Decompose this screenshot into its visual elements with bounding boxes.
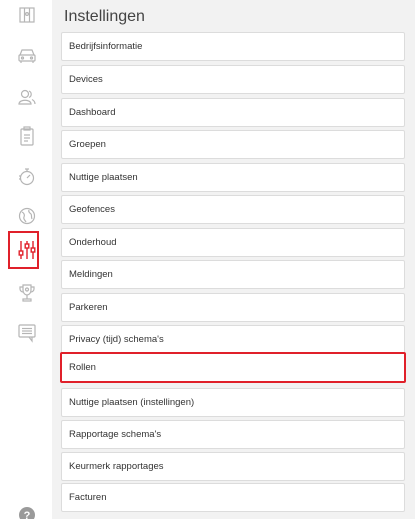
menu-item-rollen[interactable]: Rollen: [60, 352, 406, 383]
menu-item-groepen[interactable]: Groepen: [61, 130, 405, 159]
menu-item-nuttige-plaatsen[interactable]: Nuttige plaatsen: [61, 163, 405, 192]
menu-item-devices[interactable]: Devices: [61, 65, 405, 94]
car-icon[interactable]: [16, 45, 38, 67]
help-icon[interactable]: ?: [16, 504, 38, 519]
menu-item-parkeren[interactable]: Parkeren: [61, 293, 405, 322]
settings-panel: Instellingen Bedrijfsinformatie Devices …: [52, 0, 415, 519]
svg-text:?: ?: [24, 510, 31, 519]
trophy-icon[interactable]: [16, 282, 38, 304]
menu-item-bedrijfsinformatie[interactable]: Bedrijfsinformatie: [61, 32, 405, 61]
menu-item-rapportage-schemas[interactable]: Rapportage schema's: [61, 420, 405, 449]
message-icon[interactable]: [16, 322, 38, 344]
stopwatch-icon[interactable]: [16, 166, 38, 188]
app: ? Instellingen Bedrijfsinformatie Device…: [0, 0, 415, 519]
sidebar: ?: [0, 0, 52, 519]
menu-item-onderhoud[interactable]: Onderhoud: [61, 228, 405, 257]
clipboard-icon[interactable]: [16, 125, 38, 147]
menu-item-geofences[interactable]: Geofences: [61, 195, 405, 224]
menu-item-dashboard[interactable]: Dashboard: [61, 98, 405, 127]
menu-item-meldingen[interactable]: Meldingen: [61, 260, 405, 289]
menu-item-privacy-schemas[interactable]: Privacy (tijd) schema's: [61, 325, 405, 354]
users-icon[interactable]: [16, 86, 38, 108]
map-icon[interactable]: [16, 4, 38, 26]
globe-icon[interactable]: [16, 205, 38, 227]
menu-item-facturen[interactable]: Facturen: [61, 483, 405, 512]
menu-item-keurmerk-rapportages[interactable]: Keurmerk rapportages: [61, 452, 405, 481]
page-title: Instellingen: [64, 8, 145, 25]
menu-item-nuttige-plaatsen-instellingen[interactable]: Nuttige plaatsen (instellingen): [61, 388, 405, 417]
settings-sliders-icon[interactable]: [16, 239, 38, 261]
